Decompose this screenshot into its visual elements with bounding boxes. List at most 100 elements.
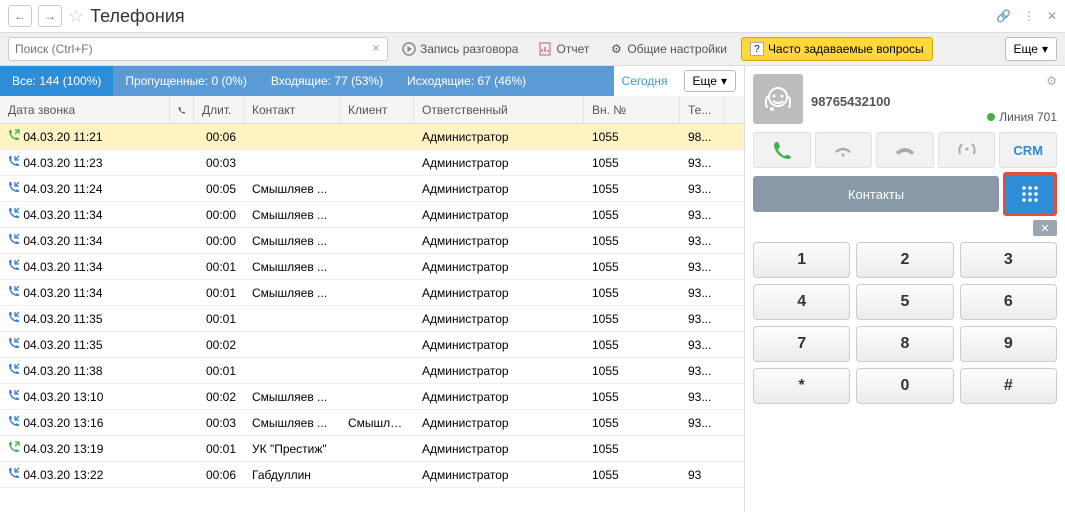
col-contact[interactable]: Контакт [244, 96, 340, 123]
table-row[interactable]: 04.03.20 13:1000:02Смышляев ...Администр… [0, 384, 744, 410]
table-row[interactable]: 04.03.20 11:2400:05Смышляев ...Администр… [0, 176, 744, 202]
close-window-icon[interactable]: ✕ [1047, 9, 1057, 23]
table-row[interactable]: 04.03.20 11:3400:01Смышляев ...Администр… [0, 280, 744, 306]
settings-button[interactable]: ⚙ Общие настройки [603, 37, 733, 61]
dialpad-key-9[interactable]: 9 [960, 326, 1057, 362]
question-icon: ? [750, 42, 764, 56]
link-icon[interactable]: 🔗 [996, 9, 1011, 23]
cell-duration: 00:00 [194, 208, 244, 222]
cell-contact: Смышляев ... [244, 208, 340, 222]
dialpad-key-*[interactable]: * [753, 368, 850, 404]
toolbar: × Запись разговора Отчет ⚙ Общие настрой… [0, 32, 1065, 66]
cell-telephone: 93 [680, 468, 724, 482]
dialpad-toggle-button[interactable] [1003, 172, 1057, 216]
nav-forward-button[interactable]: → [38, 5, 62, 27]
transfer-button[interactable] [938, 132, 996, 168]
hold-button[interactable] [815, 132, 873, 168]
cell-date: 04.03.20 11:35 [0, 337, 170, 352]
cell-extension: 1055 [584, 338, 680, 352]
kebab-menu-icon[interactable]: ⋮ [1023, 9, 1035, 23]
col-duration[interactable]: Длит. [194, 96, 244, 123]
search-input[interactable] [8, 37, 388, 61]
contacts-button[interactable]: Контакты [753, 176, 999, 212]
dialpad-key-2[interactable]: 2 [856, 242, 953, 278]
dialpad-key-0[interactable]: 0 [856, 368, 953, 404]
panel-settings-icon[interactable]: ⚙ [1046, 74, 1057, 88]
filter-more-button[interactable]: Еще ▾ [684, 70, 736, 92]
line-label: Линия 701 [999, 110, 1057, 124]
col-date[interactable]: Дата звонка [0, 96, 170, 123]
col-direction[interactable] [170, 96, 194, 123]
clear-search-icon[interactable]: × [368, 41, 384, 57]
hangup-button[interactable] [876, 132, 934, 168]
cell-date: 04.03.20 11:35 [0, 311, 170, 326]
gear-icon: ⚙ [609, 42, 623, 56]
record-button[interactable]: Запись разговора [396, 37, 524, 61]
record-label: Запись разговора [420, 42, 518, 56]
cell-date: 04.03.20 11:34 [0, 233, 170, 248]
dialpad-key-3[interactable]: 3 [960, 242, 1057, 278]
cell-extension: 1055 [584, 286, 680, 300]
table-row[interactable]: 04.03.20 11:2100:06Администратор105598..… [0, 124, 744, 150]
cell-date: 04.03.20 11:34 [0, 259, 170, 274]
filter-incoming[interactable]: Входящие: 77 (53%) [259, 66, 395, 96]
table-row[interactable]: 04.03.20 11:3500:02Администратор105593..… [0, 332, 744, 358]
toolbar-more-button[interactable]: Еще ▾ [1005, 37, 1057, 61]
dialpad-key-4[interactable]: 4 [753, 284, 850, 320]
table-row[interactable]: 04.03.20 11:3400:01Смышляев ...Администр… [0, 254, 744, 280]
col-telephone[interactable]: Те... [680, 96, 724, 123]
cell-date: 04.03.20 11:38 [0, 363, 170, 378]
dialpad-key-8[interactable]: 8 [856, 326, 953, 362]
cell-client: Смышля... [340, 416, 414, 430]
play-icon [402, 42, 416, 56]
table-row[interactable]: 04.03.20 13:2200:06ГабдуллинАдминистрато… [0, 462, 744, 488]
filter-missed[interactable]: Пропущенные: 0 (0%) [113, 66, 258, 96]
table-row[interactable]: 04.03.20 11:2300:03Администратор105593..… [0, 150, 744, 176]
call-button[interactable] [753, 132, 811, 168]
dialpad-icon [1020, 184, 1040, 204]
table-row[interactable]: 04.03.20 11:3800:01Администратор105593..… [0, 358, 744, 384]
filter-all[interactable]: Все: 144 (100%) [0, 66, 113, 96]
col-client[interactable]: Клиент [340, 96, 414, 123]
more-label: Еще [1014, 42, 1038, 56]
cell-duration: 00:01 [194, 312, 244, 326]
cell-duration: 00:02 [194, 390, 244, 404]
table-row[interactable]: 04.03.20 11:3400:00Смышляев ...Администр… [0, 228, 744, 254]
faq-button[interactable]: ? Часто задаваемые вопросы [741, 37, 933, 61]
table-row[interactable]: 04.03.20 13:1900:01УК "Престиж"Администр… [0, 436, 744, 462]
cell-extension: 1055 [584, 182, 680, 196]
transfer-icon [956, 140, 978, 160]
close-dialpad-button[interactable]: ✕ [1033, 220, 1057, 236]
col-extension[interactable]: Вн. № [584, 96, 680, 123]
today-link[interactable]: Сегодня [614, 74, 676, 88]
nav-back-button[interactable]: ← [8, 5, 32, 27]
dialpad-key-6[interactable]: 6 [960, 284, 1057, 320]
report-button[interactable]: Отчет [532, 37, 595, 61]
report-icon [538, 42, 552, 56]
cell-extension: 1055 [584, 260, 680, 274]
cell-telephone: 93... [680, 312, 724, 326]
table-row[interactable]: 04.03.20 13:1600:03Смышляев ...Смышля...… [0, 410, 744, 436]
cell-telephone: 93... [680, 286, 724, 300]
dialpad-key-1[interactable]: 1 [753, 242, 850, 278]
cell-duration: 00:03 [194, 156, 244, 170]
cell-duration: 00:01 [194, 442, 244, 456]
dialpad-key-7[interactable]: 7 [753, 326, 850, 362]
table-row[interactable]: 04.03.20 11:3500:01Администратор105593..… [0, 306, 744, 332]
cell-contact: Габдуллин [244, 468, 340, 482]
cell-duration: 00:06 [194, 130, 244, 144]
hold-icon [833, 140, 853, 160]
table-row[interactable]: 04.03.20 11:3400:00Смышляев ...Администр… [0, 202, 744, 228]
favorite-star-icon[interactable]: ☆ [68, 6, 84, 27]
cell-contact: УК "Престиж" [244, 442, 340, 456]
hangup-icon [894, 140, 916, 160]
crm-button[interactable]: CRM [999, 132, 1057, 168]
cell-responsible: Администратор [414, 286, 584, 300]
phone-icon [178, 104, 185, 116]
cell-telephone: 98... [680, 130, 724, 144]
cell-extension: 1055 [584, 234, 680, 248]
col-responsible[interactable]: Ответственный [414, 96, 584, 123]
dialpad-key-5[interactable]: 5 [856, 284, 953, 320]
filter-outgoing[interactable]: Исходящие: 67 (46%) [395, 66, 538, 96]
dialpad-key-#[interactable]: # [960, 368, 1057, 404]
